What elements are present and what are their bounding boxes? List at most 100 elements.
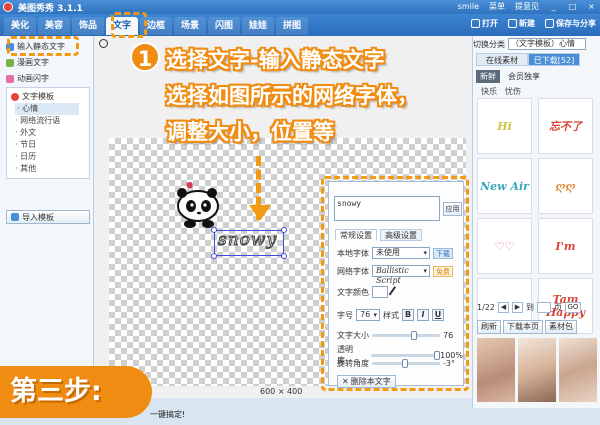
tab-scene[interactable]: 场景 [174, 17, 206, 35]
import-template-label: 导入模板 [22, 212, 54, 222]
folder-icon [471, 19, 480, 28]
annotation-line-1: 选择文字-输入静态文字 [166, 48, 385, 72]
template-item-other[interactable]: 其他 [15, 163, 79, 175]
tab-online-material[interactable]: 在线素材 [476, 53, 528, 66]
next-page-button[interactable]: ▶ [511, 302, 523, 313]
title-bar: 美图秀秀 3.1.1 smile 菜单 提意见 _ □ × [0, 0, 600, 14]
category-label: 切换分类 [473, 39, 505, 49]
import-icon [11, 213, 19, 221]
text-template-box: 文字模板 心情 网络流行语 外文 节日 日历 其他 [6, 87, 90, 179]
tab-beautify[interactable]: 美化 [4, 17, 36, 35]
resize-handle[interactable] [211, 227, 217, 233]
canvas-text[interactable]: snowy [217, 230, 277, 251]
titlebar-links: smile 菜单 提意见 _ □ × [458, 1, 596, 12]
maximize-button[interactable]: □ [568, 2, 577, 11]
category-row: 切换分类 （文字模板）心情 [473, 38, 586, 50]
open-button[interactable]: 打开 [471, 18, 498, 29]
animated-text-item[interactable]: 动画闪字 [6, 73, 49, 84]
refresh-button[interactable]: 刷新 [477, 320, 501, 334]
category-select[interactable]: （文字模板）心情 [508, 38, 586, 50]
open-label: 打开 [482, 19, 498, 28]
minimize-button[interactable]: _ [549, 2, 558, 11]
tab-collage[interactable]: 拼图 [276, 17, 308, 35]
animated-text-label: 动画闪字 [17, 74, 49, 83]
filter-happy[interactable]: 快乐 [481, 86, 497, 97]
go-button[interactable]: GO [564, 302, 581, 313]
save-share-button[interactable]: 保存与分享 [545, 18, 596, 29]
download-page-button[interactable]: 下载本页 [503, 320, 543, 334]
heart-icon [11, 92, 19, 101]
user-link[interactable]: smile [458, 2, 479, 11]
import-template-button[interactable]: 导入模板 [6, 210, 90, 224]
prev-page-button[interactable]: ◀ [497, 302, 509, 313]
template-item-slang[interactable]: 网络流行语 [15, 115, 79, 127]
nav-tabs: 美化 美容 饰品 文字 边框 场景 闪图 娃娃 拼图 [4, 17, 308, 35]
feedback-link[interactable]: 提意见 [515, 1, 539, 12]
ad-photo[interactable] [559, 338, 597, 402]
tab-downloaded[interactable]: 已下载[52] [528, 53, 580, 66]
mood-filters: 快乐 忧伤 [481, 86, 521, 97]
tab-cosmetic[interactable]: 美容 [38, 17, 70, 35]
arrow-down-icon [249, 205, 271, 221]
plus-icon [508, 19, 517, 28]
pager: 1/22 ◀ ▶ 到 页 GO [477, 302, 581, 313]
sparkle-icon [6, 74, 14, 83]
goto-suffix: 页 [553, 303, 562, 312]
app-logo-icon [3, 2, 13, 12]
save-icon [545, 19, 554, 28]
status-text: 一键搞定! [150, 410, 186, 419]
template-title: 文字模板 [11, 91, 54, 102]
left-panel: 输入静态文字 漫画文字 动画闪字 文字模板 心情 网络流行语 外文 节日 日历 … [0, 36, 94, 408]
template-item-foreign[interactable]: 外文 [15, 127, 79, 139]
new-button[interactable]: 新建 [508, 18, 535, 29]
highlight-text-tab [111, 12, 147, 38]
resize-handle[interactable] [281, 253, 287, 259]
comic-text-label: 漫画文字 [17, 58, 49, 67]
template-item-calendar[interactable]: 日历 [15, 151, 79, 163]
template-list: 心情 网络流行语 外文 节日 日历 其他 [15, 103, 79, 175]
material-actions: 刷新 下载本页 素材包 [477, 320, 577, 334]
ad-photo[interactable] [518, 338, 556, 402]
material-grid: Hi 忘不了 New Air ღღ ♡♡ I'm ▲ Tam Happy [477, 98, 597, 334]
close-button[interactable]: × [587, 2, 596, 11]
app-title: 美图秀秀 3.1.1 [18, 4, 83, 14]
template-title-label: 文字模板 [22, 92, 54, 101]
zoom-icon[interactable] [99, 39, 108, 48]
tab-doll[interactable]: 娃娃 [242, 17, 274, 35]
material-tabs: 在线素材 已下载[52] [476, 53, 580, 66]
page-indicator: 1/22 [477, 303, 495, 312]
material-thumb[interactable]: I'm [538, 218, 593, 274]
material-thumb[interactable]: ღღ [538, 158, 593, 214]
filter-sad[interactable]: 忧伤 [505, 86, 521, 97]
comic-text-item[interactable]: 漫画文字 [6, 57, 49, 68]
subtab-vip[interactable]: 会员独享 [504, 70, 544, 83]
step-number-badge: 1 [130, 42, 160, 72]
goto-prefix: 到 [525, 303, 534, 312]
material-pack-button[interactable]: 素材包 [545, 320, 577, 334]
annotation-line-2: 选择如图所示的网络字体， [166, 84, 418, 108]
save-share-label: 保存与分享 [556, 19, 596, 28]
annotation-line-3: 调整大小，位置等 [166, 120, 334, 144]
template-item-mood[interactable]: 心情 [15, 103, 79, 115]
tab-flash[interactable]: 闪图 [208, 17, 240, 35]
resize-handle[interactable] [281, 227, 287, 233]
material-subtabs: 新鲜 会员独享 [476, 70, 544, 83]
highlight-static-text [7, 36, 79, 56]
comic-icon [6, 58, 14, 67]
page-number-input[interactable] [536, 302, 551, 313]
material-thumb[interactable]: ♡♡ [477, 218, 532, 274]
tab-accessories[interactable]: 饰品 [72, 17, 104, 35]
material-thumb[interactable]: New Air [477, 158, 532, 214]
file-actions: 打开 新建 保存与分享 [471, 18, 596, 29]
ad-photos [477, 338, 597, 402]
material-thumb[interactable]: 忘不了 [538, 98, 593, 154]
step-badge: 第三步: [0, 366, 152, 418]
ad-photo[interactable] [477, 338, 515, 402]
template-item-holiday[interactable]: 节日 [15, 139, 79, 151]
subtab-fresh[interactable]: 新鲜 [476, 70, 500, 83]
panda-sticker[interactable] [168, 182, 232, 230]
new-label: 新建 [519, 19, 535, 28]
menu-link[interactable]: 菜单 [489, 1, 505, 12]
material-thumb[interactable]: Hi [477, 98, 532, 154]
resize-handle[interactable] [211, 253, 217, 259]
